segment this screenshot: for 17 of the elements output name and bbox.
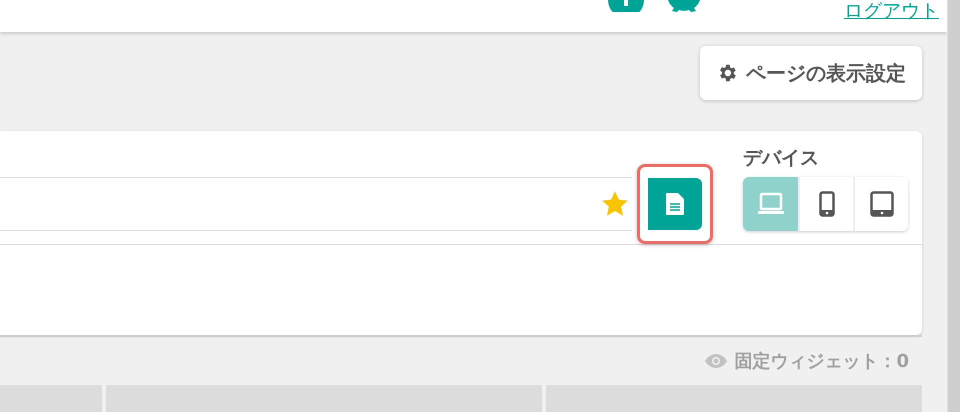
scrollbar[interactable] [947, 0, 960, 412]
star-icon[interactable] [600, 190, 630, 218]
document-icon [666, 193, 684, 215]
page-title-field[interactable] [0, 177, 632, 231]
phone-icon [818, 191, 834, 217]
document-button[interactable] [648, 178, 702, 230]
device-toggle[interactable] [743, 177, 798, 231]
fixed-widget-count: 固定ウィジェット：0 [734, 350, 909, 373]
info-icon[interactable] [608, 0, 644, 12]
device-toggle[interactable] [853, 177, 908, 231]
laptop-icon [756, 192, 784, 216]
device-toggle[interactable] [798, 177, 853, 231]
tablet-icon [870, 191, 894, 217]
eye-icon [704, 353, 728, 369]
device-label: デバイス [743, 146, 820, 171]
settings-icon[interactable] [666, 0, 702, 12]
page-display-settings-button[interactable]: ページの表示設定 [700, 46, 922, 100]
